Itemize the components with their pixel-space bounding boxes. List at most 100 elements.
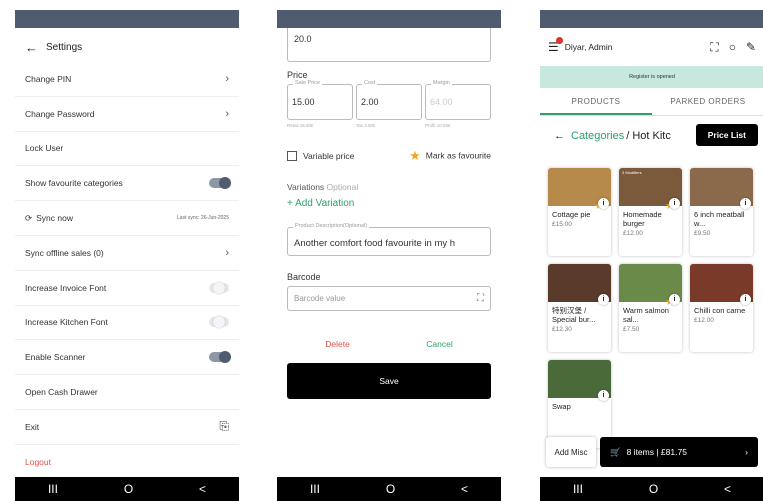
back-button[interactable]: < [724, 482, 731, 496]
barcode-input[interactable]: Barcode value ⛶ [287, 286, 491, 311]
sync-icon: ⟳ [25, 212, 33, 223]
settings-row-label: Show favourite categories [25, 178, 123, 189]
tab-products[interactable]: PRODUCTS [540, 88, 652, 115]
settings-row-label: Increase Invoice Font [25, 282, 107, 293]
settings-row[interactable]: Enable Scanner [15, 340, 239, 376]
sale-price-field[interactable]: Sale Price 15.00 [287, 80, 353, 120]
product-price [548, 411, 611, 415]
price-list-button[interactable]: Price List [695, 124, 758, 146]
settings-row[interactable]: Change PIN › [15, 62, 239, 97]
settings-row[interactable]: Show favourite categories [15, 166, 239, 202]
info-icon[interactable]: i [740, 294, 751, 305]
status-bar [15, 10, 239, 28]
product-tile[interactable]: i6 inch meatball w... £9.50 [690, 168, 753, 256]
product-name: 6 inch meatball w... [694, 210, 745, 228]
product-price: £12.30 [552, 326, 572, 333]
settings-row[interactable]: Logout [15, 445, 239, 480]
recents-button[interactable]: III [48, 482, 58, 496]
info-icon[interactable]: i [598, 198, 609, 209]
cart-button[interactable]: 🛒 8 items | £81.75 › [600, 437, 758, 467]
info-icon[interactable]: i [598, 294, 609, 305]
settings-screen: ← Settings Change PIN › Change Password › Lo… [15, 10, 239, 501]
toggle-switch[interactable] [209, 316, 229, 329]
info-icon[interactable]: i [740, 198, 751, 209]
pos-header: ☰ Diyar, Admin ⛶ ○ ✎ [540, 32, 763, 62]
android-nav-bar: III O < [540, 477, 763, 501]
home-button[interactable]: O [386, 482, 395, 496]
bottom-bar: Add Misc 🛒 8 items | £81.75 › [546, 437, 758, 467]
pos-screen: ☰ Diyar, Admin ⛶ ○ ✎ Register is opened … [540, 10, 763, 501]
android-nav-bar: III O < [15, 477, 239, 501]
settings-row[interactable]: Exit ⎘ [15, 410, 239, 445]
back-arrow-icon[interactable]: ← [554, 130, 565, 142]
chevron-right-icon: › [225, 107, 229, 120]
settings-row[interactable]: Open Cash Drawer [15, 375, 239, 410]
add-variation-button[interactable]: + Add Variation [287, 198, 491, 209]
favourite-toggle[interactable]: ★ Mark as favourite [409, 148, 491, 164]
toggle-switch[interactable] [209, 351, 231, 364]
description-field[interactable]: Product Description(Optional) Another co… [287, 223, 491, 256]
product-grid: ★iCottage pie£15.003 Modifiers★iHomemade… [540, 152, 763, 448]
toggle-knob [219, 351, 231, 364]
settings-row[interactable]: Sync offline sales (0) › [15, 236, 239, 271]
back-arrow-icon[interactable]: ← [25, 40, 38, 55]
price-label: Price [287, 70, 308, 80]
info-icon[interactable]: i [669, 198, 680, 209]
settings-row[interactable]: Increase Kitchen Font [15, 306, 239, 341]
home-button[interactable]: O [124, 482, 133, 496]
options-row: Variable price ★ Mark as favourite [287, 148, 491, 164]
star-icon: ★ [409, 148, 421, 163]
settings-row-label: Enable Scanner [25, 352, 86, 363]
delete-button[interactable]: Delete [325, 339, 350, 349]
user-name: Diyar, Admin [564, 42, 613, 52]
home-button[interactable]: O [649, 482, 658, 496]
tab-parked-orders[interactable]: PARKED ORDERS [652, 88, 763, 115]
barcode-label: Barcode [287, 272, 321, 282]
recents-button[interactable]: III [310, 482, 320, 496]
settings-header: ← Settings [15, 32, 239, 62]
cart-summary: 8 items | £81.75 [626, 447, 687, 457]
product-form-screen: 20.0 Price Sale Price 15.00 Cost 2.00 Ma… [277, 10, 501, 501]
android-nav-bar: III O < [277, 477, 501, 501]
toggle-knob [213, 281, 225, 294]
save-button[interactable]: Save [287, 363, 491, 399]
product-price: £7.50 [623, 326, 640, 333]
toggle-switch[interactable] [209, 177, 231, 190]
scan-icon[interactable]: ⛶ [710, 40, 718, 55]
info-icon[interactable]: i [669, 294, 680, 305]
product-tile[interactable]: i 特别汉堡 / Special bur... £12.30 [548, 264, 611, 352]
price-notes: Retail 15.50£ Tax 2.50£ Profit 10.50£ [287, 123, 451, 128]
settings-row-label: Change Password [25, 108, 95, 119]
status-bar [540, 10, 763, 28]
settings-row[interactable]: Lock User [15, 132, 239, 167]
product-tile[interactable]: ★iWarm salmon sal...£7.50 [619, 264, 682, 352]
top-field[interactable]: 20.0 [287, 28, 491, 62]
toggle-switch[interactable] [209, 281, 229, 294]
register-banner: Register is opened [540, 66, 763, 88]
cancel-button[interactable]: Cancel [426, 339, 452, 349]
info-icon[interactable]: i [598, 390, 609, 401]
settings-row[interactable]: Change Password › [15, 97, 239, 132]
product-tile[interactable]: i Swap [548, 360, 611, 448]
settings-row[interactable]: ⟳ Sync now Last sync: 26-Jun-2025 [15, 201, 239, 236]
search-icon[interactable]: ○ [729, 40, 736, 55]
add-misc-button[interactable]: Add Misc [546, 437, 596, 467]
variations-label: Variations Optional [287, 182, 359, 192]
settings-row[interactable]: Increase Invoice Font [15, 271, 239, 306]
edit-icon[interactable]: ✎ [746, 40, 756, 55]
back-button[interactable]: < [199, 482, 206, 496]
scan-icon[interactable]: ⛶ [477, 293, 484, 304]
back-button[interactable]: < [461, 482, 468, 496]
breadcrumb: ← Categories / Hot Kitc Price List [540, 120, 763, 152]
menu-icon[interactable]: ☰ [548, 37, 563, 54]
product-price: £12.00 [694, 317, 714, 324]
variable-price-checkbox[interactable]: Variable price [287, 151, 354, 162]
product-tile[interactable]: ★iCottage pie£15.00 [548, 168, 611, 256]
product-tile[interactable]: i Chilli con carne £12.00 [690, 264, 753, 352]
cost-field[interactable]: Cost 2.00 [356, 80, 422, 120]
product-tile[interactable]: 3 Modifiers★iHomemade burger£12.00 [619, 168, 682, 256]
crumb-categories[interactable]: Categories [571, 130, 624, 142]
toggle-knob [213, 316, 225, 329]
chevron-right-icon: › [745, 447, 748, 457]
recents-button[interactable]: III [573, 482, 583, 496]
